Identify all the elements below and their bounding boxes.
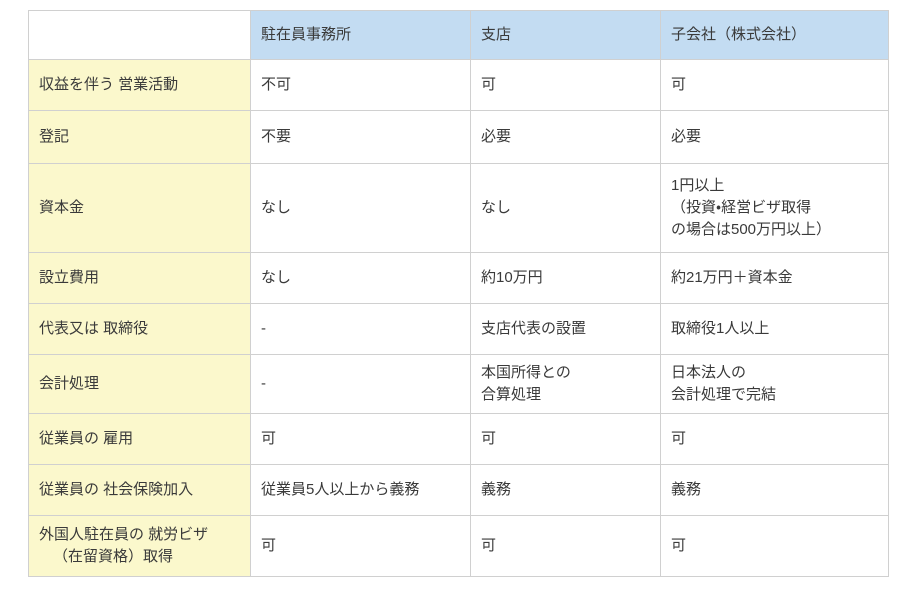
table-row: 設立費用 なし 約10万円 約21万円＋資本金	[28, 252, 889, 304]
cell-accounting-rep-office: -	[250, 354, 471, 414]
page-root: 駐在員事務所 支店 子会社（株式会社） 収益を伴う 営業活動 不可 可 可 登記…	[0, 0, 912, 602]
cell-social-insurance-subsidiary: 義務	[660, 464, 889, 516]
cell-employee-hiring-rep-office: 可	[250, 413, 471, 465]
cell-accounting-subsidiary: 日本法人の 会計処理で完結	[660, 354, 889, 414]
row-label-establishment-cost: 設立費用	[28, 252, 251, 304]
header-corner-cell	[28, 10, 251, 60]
comparison-table: 駐在員事務所 支店 子会社（株式会社） 収益を伴う 営業活動 不可 可 可 登記…	[28, 10, 889, 577]
row-label-work-visa: 外国人駐在員の 就労ビザ （在留資格）取得	[28, 515, 251, 577]
cell-work-visa-rep-office: 可	[250, 515, 471, 577]
cell-line: 本国所得との	[481, 364, 571, 382]
cell-business-activity-rep-office: 不可	[250, 59, 471, 111]
table-row: 代表又は 取締役 - 支店代表の設置 取締役1人以上	[28, 303, 889, 355]
cell-social-insurance-branch: 義務	[470, 464, 661, 516]
cell-work-visa-subsidiary: 可	[660, 515, 889, 577]
comparison-table-container: 駐在員事務所 支店 子会社（株式会社） 収益を伴う 営業活動 不可 可 可 登記…	[28, 10, 889, 577]
cell-representative-director-branch: 支店代表の設置	[470, 303, 661, 355]
cell-line: 1円以上	[671, 177, 725, 195]
header-row: 駐在員事務所 支店 子会社（株式会社）	[28, 10, 889, 60]
row-label-business-activity: 収益を伴う 営業活動	[28, 59, 251, 111]
table-row: 登記 不要 必要 必要	[28, 110, 889, 164]
table-row: 従業員の 社会保険加入 従業員5人以上から義務 義務 義務	[28, 464, 889, 516]
cell-capital-subsidiary: 1円以上 （投資・経営ビザ取得 の場合は500万円以上）	[660, 163, 889, 253]
table-body: 収益を伴う 営業活動 不可 可 可 登記 不要 必要 必要 資本金 なし なし	[28, 59, 889, 577]
row-label-representative-director: 代表又は 取締役	[28, 303, 251, 355]
row-label-capital: 資本金	[28, 163, 251, 253]
column-header-subsidiary: 子会社（株式会社）	[660, 10, 889, 60]
row-label-accounting: 会計処理	[28, 354, 251, 414]
cell-representative-director-rep-office: -	[250, 303, 471, 355]
cell-line: （投資・経営ビザ取得	[671, 199, 812, 217]
cell-capital-branch: なし	[470, 163, 661, 253]
cell-registration-branch: 必要	[470, 110, 661, 164]
cell-accounting-branch: 本国所得との 合算処理	[470, 354, 661, 414]
cell-business-activity-branch: 可	[470, 59, 661, 111]
table-row: 資本金 なし なし 1円以上 （投資・経営ビザ取得 の場合は500万円以上）	[28, 163, 889, 253]
table-row: 収益を伴う 営業活動 不可 可 可	[28, 59, 889, 111]
cell-line: 会計処理で完結	[671, 386, 777, 403]
row-label-employee-hiring: 従業員の 雇用	[28, 413, 251, 465]
column-header-rep-office: 駐在員事務所	[250, 10, 471, 60]
cell-line: 合算処理	[481, 386, 542, 403]
column-header-branch: 支店	[470, 10, 661, 60]
label-line: （在留資格）取得	[53, 548, 174, 565]
table-row: 外国人駐在員の 就労ビザ （在留資格）取得 可 可 可	[28, 515, 889, 577]
cell-employee-hiring-subsidiary: 可	[660, 413, 889, 465]
cell-registration-rep-office: 不要	[250, 110, 471, 164]
cell-line: の場合は500万円以上）	[671, 220, 832, 238]
cell-establishment-cost-subsidiary: 約21万円＋資本金	[660, 252, 889, 304]
cell-representative-director-subsidiary: 取締役1人以上	[660, 303, 889, 355]
cell-establishment-cost-branch: 約10万円	[470, 252, 661, 304]
cell-establishment-cost-rep-office: なし	[250, 252, 471, 304]
table-header: 駐在員事務所 支店 子会社（株式会社）	[28, 10, 889, 60]
cell-work-visa-branch: 可	[470, 515, 661, 577]
cell-registration-subsidiary: 必要	[660, 110, 889, 164]
cell-business-activity-subsidiary: 可	[660, 59, 889, 111]
row-label-social-insurance: 従業員の 社会保険加入	[28, 464, 251, 516]
cell-social-insurance-rep-office: 従業員5人以上から義務	[250, 464, 471, 516]
label-line: 外国人駐在員の 就労ビザ	[39, 526, 209, 544]
cell-employee-hiring-branch: 可	[470, 413, 661, 465]
table-row: 会計処理 - 本国所得との 合算処理 日本法人の 会計処理で完結	[28, 354, 889, 414]
cell-line: 日本法人の	[671, 364, 747, 382]
cell-capital-rep-office: なし	[250, 163, 471, 253]
row-label-registration: 登記	[28, 110, 251, 164]
table-row: 従業員の 雇用 可 可 可	[28, 413, 889, 465]
